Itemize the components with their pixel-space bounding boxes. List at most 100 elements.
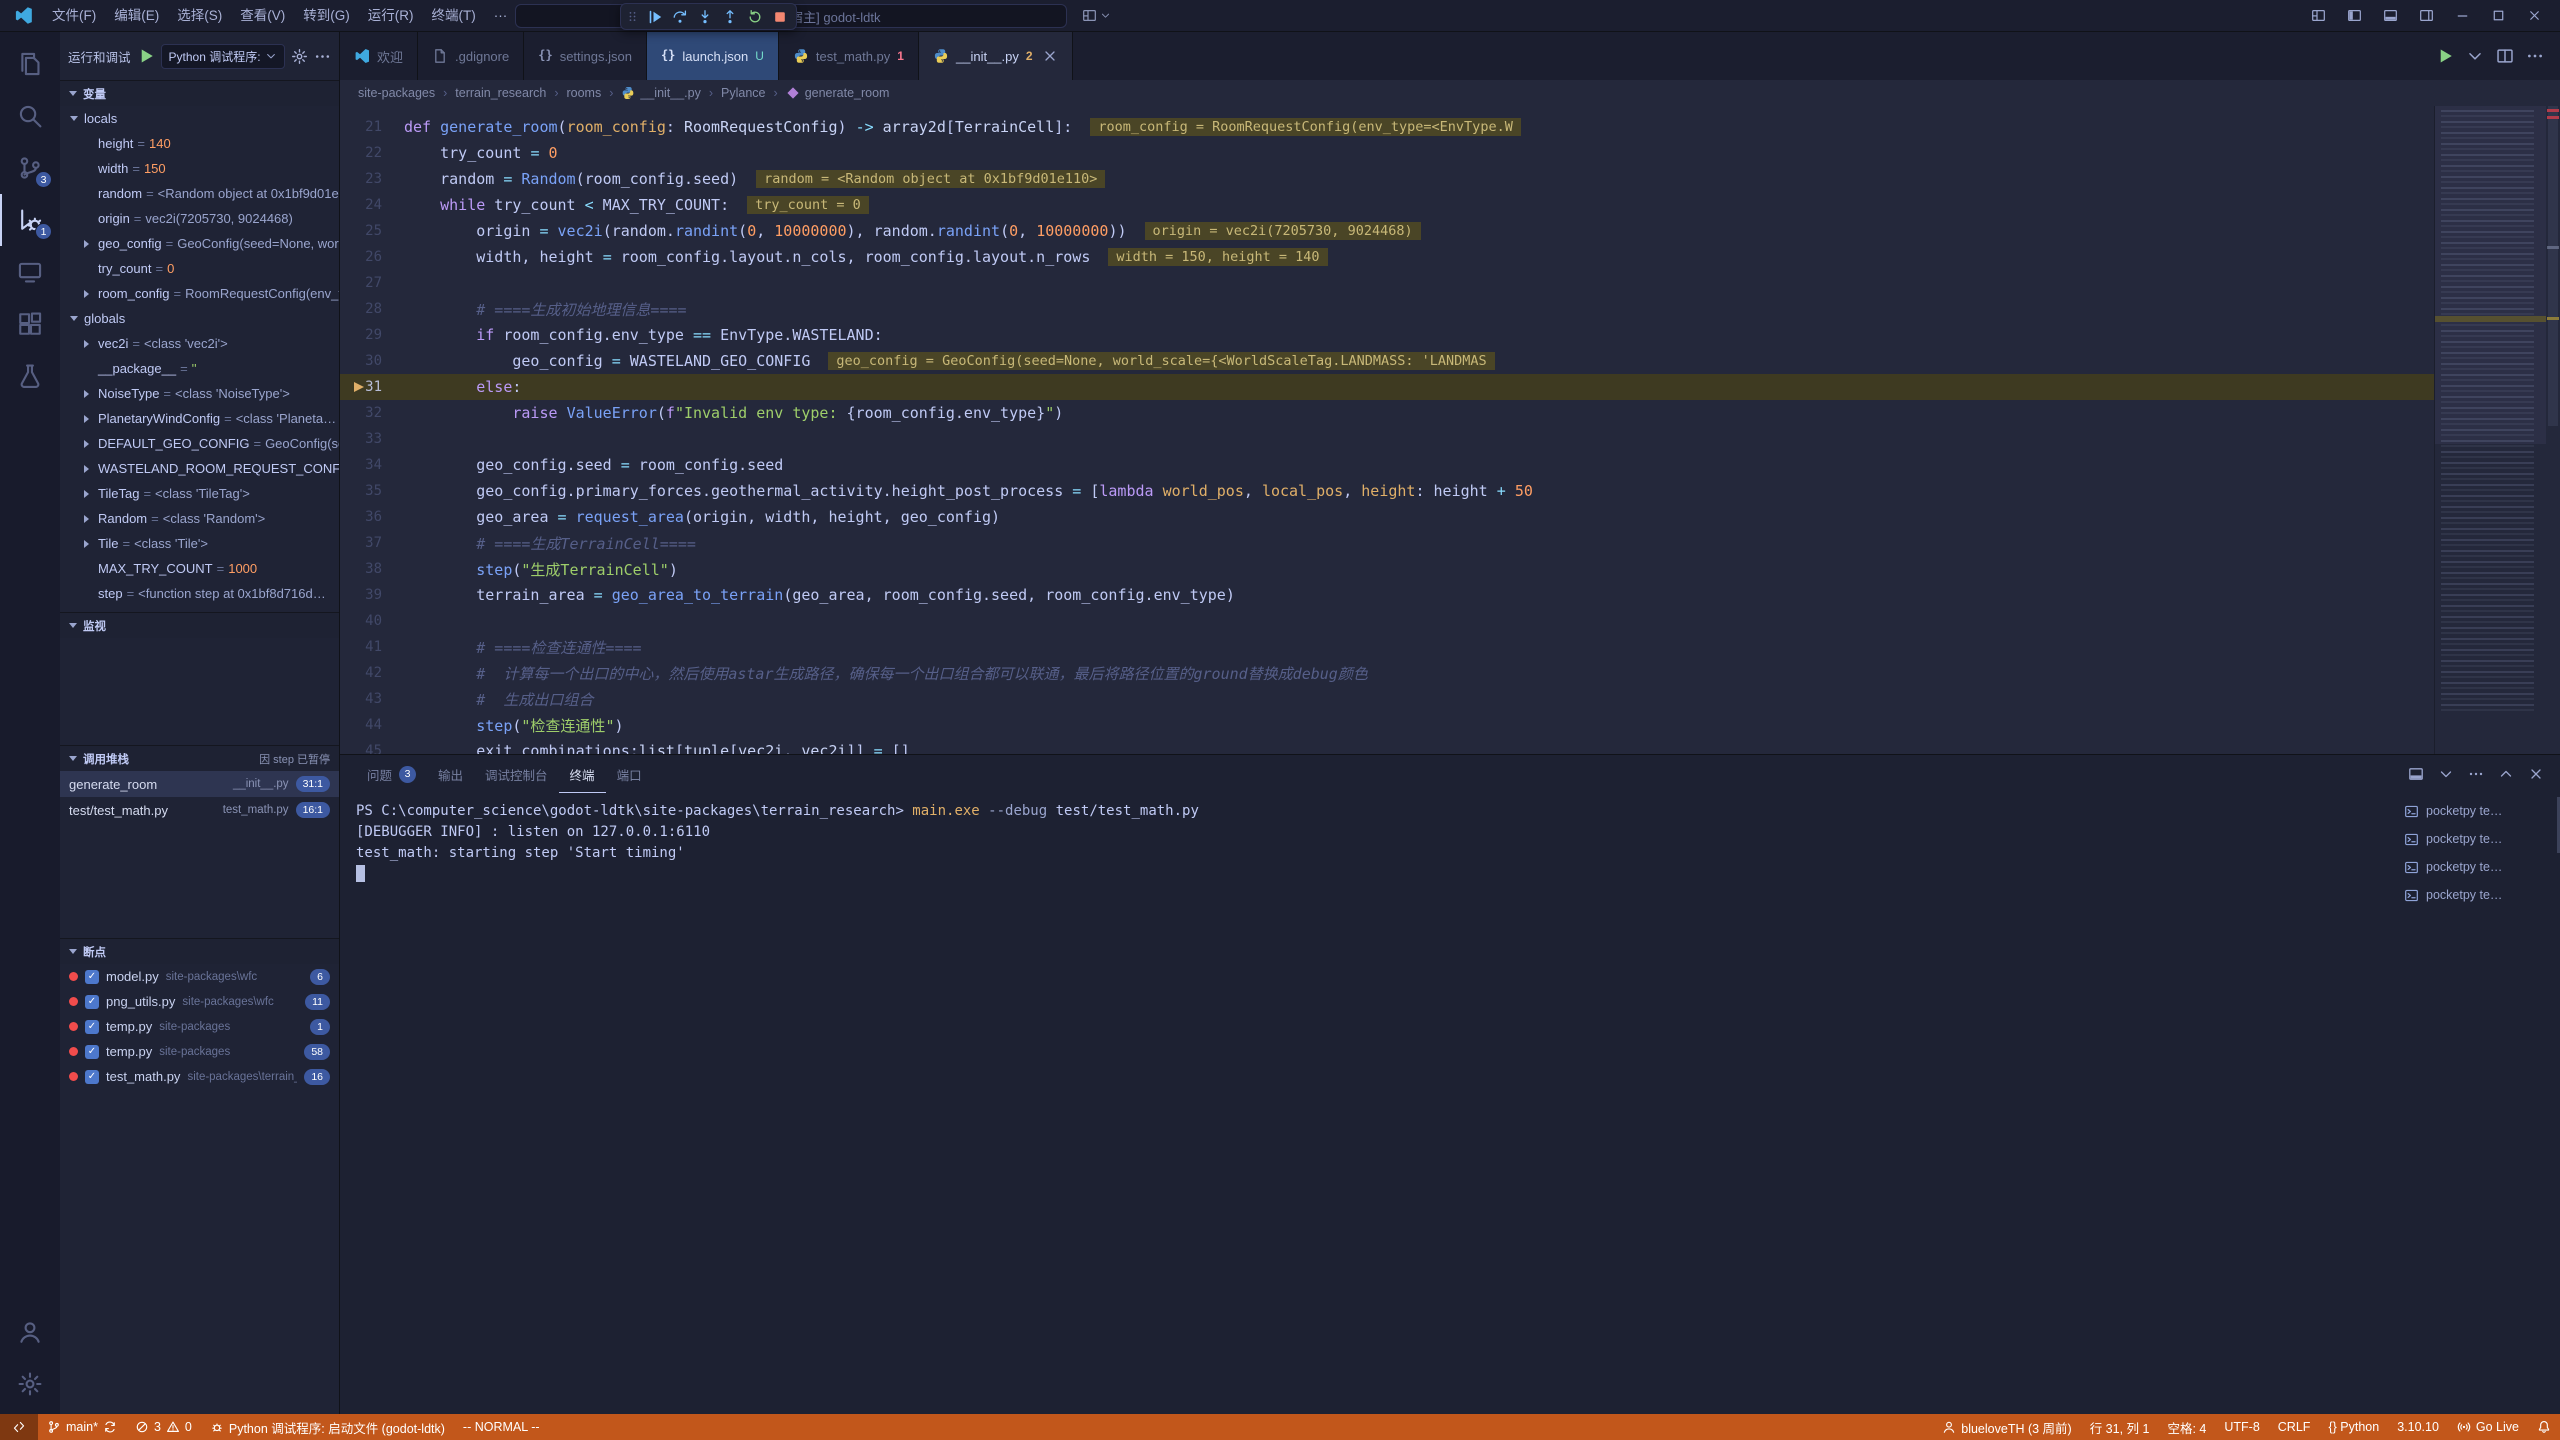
menu-item[interactable]: 终端(T) bbox=[423, 0, 485, 32]
breakpoint-row[interactable]: ✓model.pysite-packages\wfc6 bbox=[60, 964, 339, 989]
breakpoint-row[interactable]: ✓png_utils.pysite-packages\wfc11 bbox=[60, 989, 339, 1014]
debug-settings-gear-icon[interactable] bbox=[291, 48, 308, 65]
chevron-down-icon[interactable] bbox=[2438, 766, 2454, 782]
code-line[interactable]: 43 # 生成出口组合 bbox=[340, 686, 2434, 712]
menu-item[interactable]: 文件(F) bbox=[43, 0, 105, 32]
more-icon[interactable] bbox=[2468, 766, 2484, 782]
status-go-live[interactable]: Go Live bbox=[2448, 1414, 2528, 1440]
callstack-frame[interactable]: test/test_math.pytest_math.py16:1 bbox=[60, 797, 339, 823]
explorer-view-button[interactable] bbox=[0, 38, 60, 90]
close-tab-icon[interactable] bbox=[1042, 48, 1058, 64]
code-line[interactable]: 23 random = Random(room_config.seed)rand… bbox=[340, 166, 2434, 192]
terminal-list-item[interactable]: pocketpy te… bbox=[2396, 825, 2554, 853]
tab-欢迎[interactable]: 欢迎 bbox=[340, 32, 418, 80]
code-editor[interactable]: 2021def generate_room(room_config: RoomR… bbox=[340, 106, 2560, 754]
callstack-frame[interactable]: generate_room__init__.py31:1 bbox=[60, 771, 339, 797]
panel-tab-调试控制台[interactable]: 调试控制台 bbox=[474, 755, 559, 793]
code-line[interactable]: 34 geo_config.seed = room_config.seed bbox=[340, 452, 2434, 478]
search-view-button[interactable] bbox=[0, 90, 60, 142]
breakpoint-checkbox[interactable]: ✓ bbox=[85, 1045, 99, 1059]
menu-item[interactable]: 运行(R) bbox=[359, 0, 423, 32]
status-encoding[interactable]: UTF-8 bbox=[2215, 1414, 2268, 1440]
testing-view-button[interactable] bbox=[0, 350, 60, 402]
workspace-views-button[interactable] bbox=[1082, 8, 1111, 23]
status-cursor-position[interactable]: 行 31, 列 1 bbox=[2081, 1414, 2159, 1440]
breakpoint-row[interactable]: ✓test_math.pysite-packages\terrain_res…1… bbox=[60, 1064, 339, 1089]
variable-row[interactable]: Random=<class 'Random'> bbox=[60, 506, 339, 531]
layout-sidebar-icon[interactable] bbox=[2336, 0, 2372, 32]
panel-layout-icon[interactable] bbox=[2408, 766, 2424, 782]
editor-scrollbar[interactable] bbox=[2546, 106, 2560, 754]
variable-row[interactable]: height=140 bbox=[60, 131, 339, 156]
menu-item[interactable]: 转到(G) bbox=[294, 0, 359, 32]
variable-row[interactable]: width=150 bbox=[60, 156, 339, 181]
restart-button[interactable] bbox=[744, 6, 766, 28]
code-line[interactable]: 28 # ====生成初始地理信息==== bbox=[340, 296, 2434, 322]
close-icon[interactable] bbox=[2516, 0, 2552, 32]
code-line[interactable]: 45 exit_combinations:list[tuple[vec2i, v… bbox=[340, 738, 2434, 754]
sidebar-more-actions-icon[interactable] bbox=[314, 48, 331, 65]
code-line[interactable]: 30 geo_config = WASTELAND_GEO_CONFIGgeo_… bbox=[340, 348, 2434, 374]
status-indentation[interactable]: 空格: 4 bbox=[2158, 1414, 2215, 1440]
step-into-button[interactable] bbox=[694, 6, 716, 28]
code-line[interactable]: 40 bbox=[340, 608, 2434, 634]
variables-section-header[interactable]: 变量 bbox=[60, 80, 339, 106]
variable-row[interactable]: geo_config=GeoConfig(seed=None, wor… bbox=[60, 231, 339, 256]
breakpoint-checkbox[interactable]: ✓ bbox=[85, 995, 99, 1009]
status-debug-session[interactable]: Python 调试程序: 启动文件 (godot-ldtk) bbox=[201, 1414, 454, 1440]
layout-grid-icon[interactable] bbox=[2300, 0, 2336, 32]
code-line[interactable]: 38 step("生成TerrainCell") bbox=[340, 556, 2434, 582]
close-icon[interactable] bbox=[2528, 766, 2544, 782]
status-eol[interactable]: CRLF bbox=[2269, 1414, 2320, 1440]
tab-test_math.py[interactable]: test_math.py1 bbox=[779, 32, 919, 80]
tab-.gdignore[interactable]: .gdignore bbox=[418, 32, 524, 80]
breadcrumb-item[interactable]: site-packages bbox=[358, 86, 435, 100]
menu-item[interactable]: 编辑(E) bbox=[105, 0, 168, 32]
step-over-button[interactable] bbox=[669, 6, 691, 28]
code-line[interactable]: 24 while try_count < MAX_TRY_COUNT:try_c… bbox=[340, 192, 2434, 218]
variables-scope-row[interactable]: globals bbox=[60, 306, 339, 331]
breakpoint-row[interactable]: ✓temp.pysite-packages58 bbox=[60, 1039, 339, 1064]
variables-scope-row[interactable]: locals bbox=[60, 106, 339, 131]
code-line[interactable]: 22 try_count = 0 bbox=[340, 140, 2434, 166]
code-line[interactable]: 44 step("检查连通性") bbox=[340, 712, 2434, 738]
breakpoint-checkbox[interactable]: ✓ bbox=[85, 1020, 99, 1034]
variable-row[interactable]: try_count=0 bbox=[60, 256, 339, 281]
status-branch[interactable]: main* bbox=[38, 1414, 126, 1440]
stop-button[interactable] bbox=[769, 6, 791, 28]
callstack-section-header[interactable]: 调用堆栈 因 step 已暂停 bbox=[60, 745, 339, 771]
tab-settings.json[interactable]: {}settings.json bbox=[524, 32, 647, 80]
breadcrumb-item[interactable]: Pylance bbox=[721, 86, 765, 100]
variable-row[interactable]: __package__='' bbox=[60, 356, 339, 381]
code-line[interactable]: 42 # 计算每一个出口的中心，然后使用astar生成路径，确保每一个出口组合都… bbox=[340, 660, 2434, 686]
code-line[interactable]: 39 terrain_area = geo_area_to_terrain(ge… bbox=[340, 582, 2434, 608]
variable-row[interactable]: random=<Random object at 0x1bf9d01e… bbox=[60, 181, 339, 206]
watch-section-header[interactable]: 监视 bbox=[60, 612, 339, 638]
step-out-button[interactable] bbox=[719, 6, 741, 28]
code-line[interactable]: 37 # ====生成TerrainCell==== bbox=[340, 530, 2434, 556]
status-git-blame[interactable]: blueloveTH (3 周前) bbox=[1933, 1414, 2080, 1440]
tab-__init__.py[interactable]: __init__.py2 bbox=[919, 32, 1073, 80]
status-problems[interactable]: 30 bbox=[126, 1414, 201, 1440]
minimap-slider[interactable] bbox=[2435, 106, 2546, 444]
panel-tab-端口[interactable]: 端口 bbox=[606, 755, 653, 793]
layout-right-icon[interactable] bbox=[2408, 0, 2444, 32]
chevron-down-icon[interactable] bbox=[2466, 47, 2484, 65]
run-icon[interactable] bbox=[2436, 47, 2454, 65]
extensions-view-button[interactable] bbox=[0, 298, 60, 350]
breadcrumb-item[interactable]: rooms bbox=[566, 86, 601, 100]
breadcrumb-item[interactable]: generate_room bbox=[786, 86, 890, 100]
maximize-panel-icon[interactable] bbox=[2498, 766, 2514, 782]
minimap[interactable] bbox=[2434, 106, 2546, 754]
variable-row[interactable]: PlanetaryWindConfig=<class 'Planeta… bbox=[60, 406, 339, 431]
variable-row[interactable]: Tile=<class 'Tile'> bbox=[60, 531, 339, 556]
breadcrumb-item[interactable]: __init__.py bbox=[621, 86, 700, 100]
code-line[interactable]: 41 # ====检查连通性==== bbox=[340, 634, 2434, 660]
start-debugging-button[interactable] bbox=[137, 47, 155, 65]
status-remote[interactable] bbox=[0, 1414, 38, 1440]
breakpoint-checkbox[interactable]: ✓ bbox=[85, 970, 99, 984]
panel-tab-问题[interactable]: 问题3 bbox=[356, 755, 427, 793]
variable-row[interactable]: origin=vec2i(7205730, 9024468) bbox=[60, 206, 339, 231]
code-line[interactable]: 31 else: bbox=[340, 374, 2434, 400]
code-line[interactable]: 26 width, height = room_config.layout.n_… bbox=[340, 244, 2434, 270]
